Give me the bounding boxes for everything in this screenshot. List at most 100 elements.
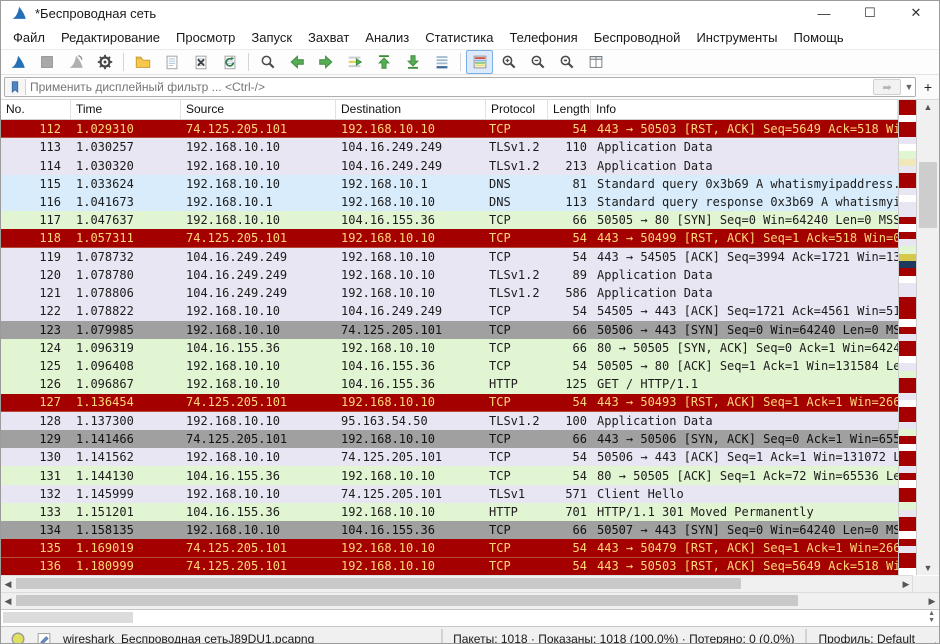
minimap-stripe xyxy=(899,166,916,173)
capture-options-icon[interactable] xyxy=(91,50,118,74)
minimap-stripe xyxy=(899,444,916,451)
column-header-time[interactable]: Time xyxy=(71,100,181,119)
packet-row-120[interactable]: 1201.078780104.16.249.249192.168.10.10TL… xyxy=(1,266,898,284)
maximize-button[interactable]: ☐ xyxy=(847,1,893,25)
restart-capture-icon[interactable] xyxy=(62,50,89,74)
stop-capture-icon[interactable] xyxy=(33,50,60,74)
packet-row-118[interactable]: 1181.05731174.125.205.101192.168.10.10TC… xyxy=(1,229,898,247)
cell-info: 443 → 50493 [RST, ACK] Seq=1 Ack=1 Win=2… xyxy=(591,395,898,409)
profile-label[interactable]: Профиль: Default xyxy=(805,629,930,644)
scroll-down-icon[interactable]: ▼ xyxy=(917,561,939,575)
menu-item-7[interactable]: Телефония xyxy=(501,27,585,48)
go-last-icon[interactable] xyxy=(399,50,426,74)
zoom-out-icon[interactable] xyxy=(524,50,551,74)
horizontal-scroll-thumb-1[interactable] xyxy=(16,578,741,589)
packet-row-125[interactable]: 1251.096408192.168.10.10104.16.155.36TCP… xyxy=(1,357,898,375)
menu-item-5[interactable]: Анализ xyxy=(357,27,417,48)
scroll-right-icon[interactable]: ▶ xyxy=(899,576,913,592)
packet-row-121[interactable]: 1211.078806104.16.249.249192.168.10.10TL… xyxy=(1,284,898,302)
resize-grip[interactable]: ⋰ xyxy=(929,627,939,644)
column-header-protocol[interactable]: Protocol xyxy=(486,100,548,119)
zoom-original-icon[interactable] xyxy=(553,50,580,74)
display-filter-input[interactable] xyxy=(26,80,873,94)
packet-row-122[interactable]: 1221.078822192.168.10.10104.16.249.249TC… xyxy=(1,302,898,320)
expert-info-icon[interactable] xyxy=(9,630,27,644)
packet-row-133[interactable]: 1331.151201104.16.155.36192.168.10.10HTT… xyxy=(1,503,898,521)
close-button[interactable]: ✕ xyxy=(893,1,939,25)
close-capture-icon[interactable] xyxy=(187,50,214,74)
zoom-in-icon[interactable] xyxy=(495,50,522,74)
go-forward-icon[interactable] xyxy=(312,50,339,74)
packet-row-128[interactable]: 1281.137300192.168.10.1095.163.54.50TLSv… xyxy=(1,412,898,430)
column-header-destination[interactable]: Destination xyxy=(336,100,486,119)
minimap-stripe xyxy=(899,517,916,524)
packet-row-132[interactable]: 1321.145999192.168.10.1074.125.205.101TL… xyxy=(1,485,898,503)
packet-count-summary: Пакеты: 1018 · Показаны: 1018 (100.0%) ·… xyxy=(441,629,804,644)
cell-no: 134 xyxy=(1,523,71,537)
vertical-scroll-thumb[interactable] xyxy=(919,162,937,228)
packet-row-112[interactable]: 1121.02931074.125.205.101192.168.10.10TC… xyxy=(1,120,898,138)
minimap-stripe xyxy=(899,531,916,538)
menu-item-1[interactable]: Редактирование xyxy=(53,27,168,48)
start-capture-icon[interactable] xyxy=(4,50,31,74)
menu-item-4[interactable]: Захват xyxy=(300,27,357,48)
packet-row-114[interactable]: 1141.030320192.168.10.10104.16.249.249TL… xyxy=(1,156,898,174)
packet-row-127[interactable]: 1271.13645474.125.205.101192.168.10.10TC… xyxy=(1,394,898,412)
packet-row-131[interactable]: 1311.144130104.16.155.36192.168.10.10TCP… xyxy=(1,466,898,484)
packet-row-123[interactable]: 1231.079985192.168.10.1074.125.205.101TC… xyxy=(1,321,898,339)
apply-filter-icon[interactable]: ➡ xyxy=(873,79,901,95)
menu-item-6[interactable]: Статистика xyxy=(417,27,501,48)
menu-item-8[interactable]: Беспроводной xyxy=(586,27,689,48)
auto-scroll-icon[interactable] xyxy=(428,50,455,74)
scroll-right-icon-2[interactable]: ▶ xyxy=(925,593,939,609)
pane-spin-icons[interactable]: ▲▼ xyxy=(928,610,935,624)
menu-item-2[interactable]: Просмотр xyxy=(168,27,243,48)
horizontal-scroll-thumb-2[interactable] xyxy=(16,595,798,606)
minimap-stripe xyxy=(899,261,916,268)
scroll-up-icon[interactable]: ▲ xyxy=(917,100,939,114)
minimap-stripe xyxy=(899,276,916,283)
capture-comment-icon[interactable] xyxy=(35,630,53,644)
menu-item-3[interactable]: Запуск xyxy=(243,27,300,48)
packet-row-119[interactable]: 1191.078732104.16.249.249192.168.10.10TC… xyxy=(1,248,898,266)
packet-row-129[interactable]: 1291.14146674.125.205.101192.168.10.10TC… xyxy=(1,430,898,448)
packet-row-117[interactable]: 1171.047637192.168.10.10104.16.155.36TCP… xyxy=(1,211,898,229)
packet-row-115[interactable]: 1151.033624192.168.10.10192.168.10.1DNS8… xyxy=(1,175,898,193)
column-header-length[interactable]: Length xyxy=(548,100,591,119)
menu-item-9[interactable]: Инструменты xyxy=(688,27,785,48)
save-file-icon[interactable] xyxy=(158,50,185,74)
menu-item-0[interactable]: Файл xyxy=(5,27,53,48)
reload-capture-icon[interactable] xyxy=(216,50,243,74)
filter-dropdown-icon[interactable]: ▼ xyxy=(903,82,915,92)
filter-bookmark-icon[interactable] xyxy=(5,79,26,95)
packet-row-124[interactable]: 1241.096319104.16.155.36192.168.10.10TCP… xyxy=(1,339,898,357)
horizontal-scrollbar-1[interactable]: ◀ ▶ xyxy=(1,575,913,592)
go-back-icon[interactable] xyxy=(283,50,310,74)
column-header-no[interactable]: No. xyxy=(1,100,71,119)
menu-item-10[interactable]: Помощь xyxy=(786,27,852,48)
go-first-icon[interactable] xyxy=(370,50,397,74)
go-to-packet-icon[interactable] xyxy=(341,50,368,74)
minimize-button[interactable]: — xyxy=(801,1,847,25)
pane-scroll-thumb[interactable] xyxy=(3,612,133,623)
resize-columns-icon[interactable] xyxy=(582,50,609,74)
horizontal-scrollbar-2[interactable]: ◀ ▶ xyxy=(1,592,939,609)
find-packet-icon[interactable] xyxy=(254,50,281,74)
packet-row-126[interactable]: 1261.096867192.168.10.10104.16.155.36HTT… xyxy=(1,375,898,393)
packet-row-136[interactable]: 1361.18099974.125.205.101192.168.10.10TC… xyxy=(1,558,898,575)
column-header-source[interactable]: Source xyxy=(181,100,336,119)
packet-row-134[interactable]: 1341.158135192.168.10.10104.16.155.36TCP… xyxy=(1,521,898,539)
column-header-info[interactable]: Info xyxy=(591,100,898,119)
packet-row-113[interactable]: 1131.030257192.168.10.10104.16.249.249TL… xyxy=(1,138,898,156)
colorize-icon[interactable] xyxy=(466,50,493,74)
packet-minimap-scrollbar[interactable] xyxy=(898,100,917,575)
scroll-left-icon[interactable]: ◀ xyxy=(1,576,15,592)
add-filter-button[interactable]: + xyxy=(920,78,936,96)
open-file-icon[interactable] xyxy=(129,50,156,74)
packet-row-130[interactable]: 1301.141562192.168.10.1074.125.205.101TC… xyxy=(1,448,898,466)
vertical-scrollbar[interactable]: ▲ ▼ xyxy=(917,100,939,575)
scroll-left-icon-2[interactable]: ◀ xyxy=(1,593,15,609)
packet-row-116[interactable]: 1161.041673192.168.10.1192.168.10.10DNS1… xyxy=(1,193,898,211)
cell-len: 54 xyxy=(548,231,591,245)
packet-row-135[interactable]: 1351.16901974.125.205.101192.168.10.10TC… xyxy=(1,539,898,557)
